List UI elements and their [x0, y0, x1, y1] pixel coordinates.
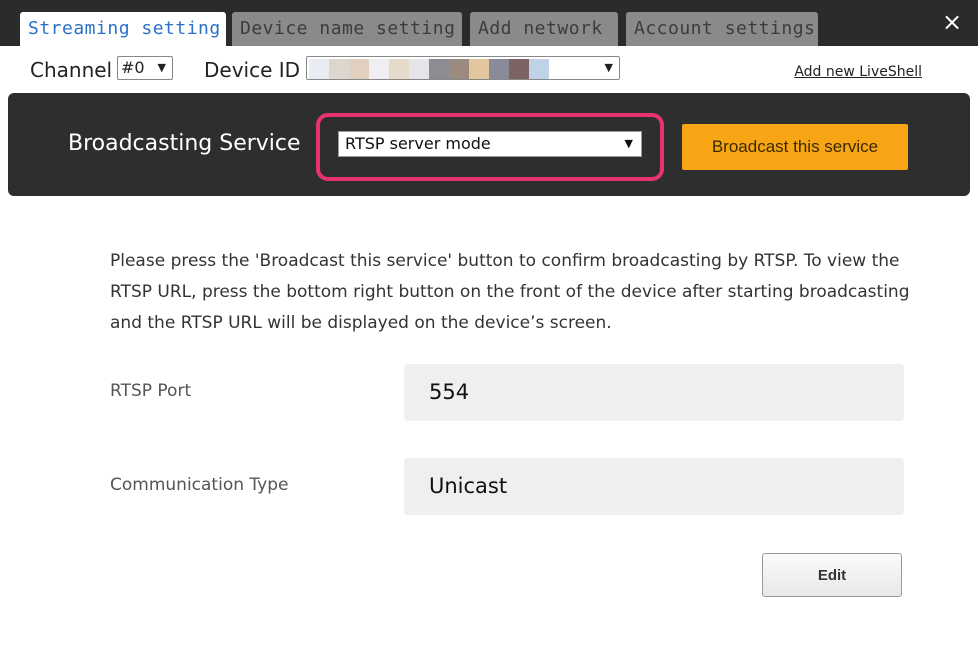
highlight-frame: RTSP server mode ▼: [316, 113, 664, 181]
communication-type-label: Communication Type: [110, 475, 289, 495]
chevron-down-icon: ▼: [157, 61, 166, 74]
tab-device-name-setting[interactable]: Device name setting: [232, 12, 462, 46]
close-icon[interactable]: ×: [940, 10, 964, 34]
rtsp-port-label: RTSP Port: [110, 381, 192, 401]
redaction-swatch: [369, 59, 389, 79]
communication-type-value: Unicast: [404, 458, 904, 515]
redaction-swatch: [389, 59, 409, 79]
device-id-select[interactable]: ▼: [306, 56, 620, 80]
broadcasting-service-select[interactable]: RTSP server mode ▼: [338, 131, 642, 157]
rtsp-port-value: 554: [404, 364, 904, 421]
channel-value: #0: [121, 58, 145, 77]
tab-account-settings[interactable]: Account settings: [626, 12, 818, 46]
redaction-swatch: [449, 59, 469, 79]
redaction-swatch: [349, 59, 369, 79]
device-toolbar: Channel #0 ▼ Device ID ▼ Add new LiveShe…: [0, 46, 978, 92]
rtsp-notice-text: Please press the 'Broadcast this service…: [110, 251, 910, 333]
add-new-liveshell-link[interactable]: Add new LiveShell: [794, 64, 922, 80]
redaction-swatch: [309, 59, 329, 79]
redaction-swatch: [409, 59, 429, 79]
chevron-down-icon: ▼: [624, 137, 633, 150]
redaction-swatch: [529, 59, 549, 79]
redaction-swatch: [489, 59, 509, 79]
tab-streaming-setting[interactable]: Streaming setting: [20, 12, 226, 46]
redaction-swatch: [469, 59, 489, 79]
broadcasting-service-panel: Broadcasting Service RTSP server mode ▼ …: [8, 93, 970, 196]
chevron-down-icon: ▼: [604, 61, 613, 74]
tab-add-network[interactable]: Add network: [470, 12, 618, 46]
device-id-redacted: [309, 59, 549, 79]
broadcasting-service-label: Broadcasting Service: [68, 131, 301, 156]
selected-service: RTSP server mode: [345, 134, 491, 153]
edit-button[interactable]: Edit: [762, 553, 902, 597]
device-id-label: Device ID: [204, 58, 301, 82]
channel-select[interactable]: #0 ▼: [117, 56, 173, 80]
broadcast-this-service-button[interactable]: Broadcast this service: [682, 124, 908, 170]
redaction-swatch: [429, 59, 449, 79]
redaction-swatch: [509, 59, 529, 79]
tab-bar: Streaming setting Device name setting Ad…: [0, 0, 978, 46]
redaction-swatch: [329, 59, 349, 79]
channel-label: Channel: [30, 58, 113, 82]
